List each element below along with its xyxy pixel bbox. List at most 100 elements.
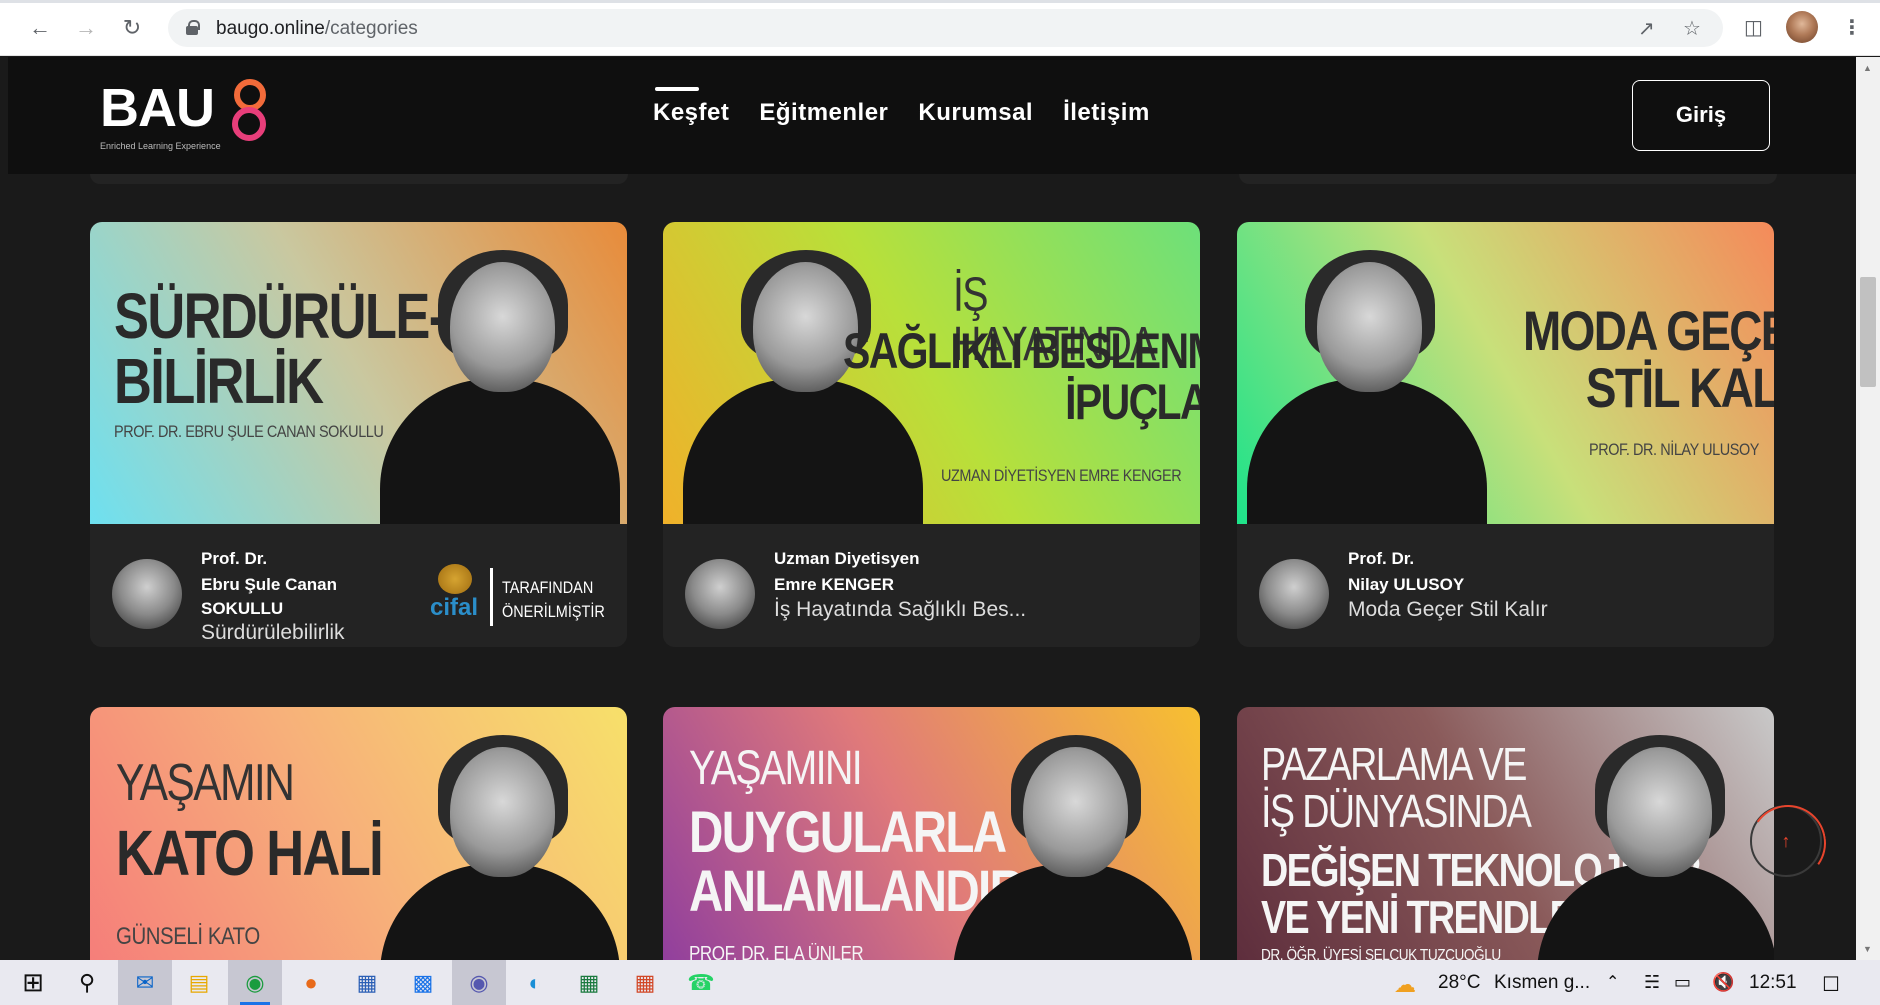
search-icon[interactable]: ⚲ xyxy=(60,960,114,1005)
partner-recommended-text: TARAFINDAN ÖNERİLMİŞTİR xyxy=(502,578,605,621)
banner-title: MODA GEÇER STİL KALIR xyxy=(1523,299,1774,420)
instructor-name: Ebru Şule Canan SOKULLU xyxy=(201,575,338,618)
os-taskbar: ⊞ ⚲ ✉ ▤ ◉ ● ▦ ▩ ◉ ◐ ▦ ▦ ☎ ☁ 28°C Kısmen … xyxy=(0,960,1880,1005)
tab-strip xyxy=(0,0,1880,3)
course-banner[interactable]: YAŞAMINI DUYGULARLA ANLAMLANDIR PROF. DR… xyxy=(663,707,1200,960)
card-stub xyxy=(1239,174,1777,184)
card-info: Prof. Dr. Ebru Şule Canan SOKULLU Sürdür… xyxy=(90,524,627,647)
instructor-avatar xyxy=(1259,559,1329,629)
arrow-up-icon: ↑ xyxy=(1781,831,1791,851)
page-scrollbar[interactable]: ▲ ▼ xyxy=(1856,57,1880,960)
whatsapp-icon[interactable]: ☎ xyxy=(674,960,728,1005)
browser-toolbar: ← → ↻ baugo.online/categories ↗ ☆ ◫ ⋮ xyxy=(0,0,1880,56)
volume-icon[interactable]: 🔇 xyxy=(1712,972,1734,993)
instructor-title: Prof. Dr. xyxy=(1348,549,1415,568)
page-viewport: BAU Enriched Learning Experience Keşfet … xyxy=(8,57,1856,960)
instructor-title: Uzman Diyetisyen xyxy=(774,549,920,568)
globe-icon xyxy=(438,564,472,594)
logo-tagline: Enriched Learning Experience xyxy=(100,141,221,151)
instructor-photo xyxy=(953,729,1193,960)
file-explorer-icon[interactable]: ▤ xyxy=(172,960,226,1005)
banner-title-light: YAŞAMINI xyxy=(689,742,863,795)
calendar-icon[interactable]: ▩ xyxy=(396,960,450,1005)
firefox-icon[interactable]: ● xyxy=(284,960,338,1005)
weather-text[interactable]: Kısmen g... xyxy=(1494,972,1590,994)
logo-text: BAU xyxy=(100,78,215,138)
nav-iletisim[interactable]: İletişim xyxy=(1063,99,1150,127)
url-host: baugo.online xyxy=(216,18,325,39)
nav-kesfet[interactable]: Keşfet xyxy=(653,87,729,127)
url-text[interactable]: baugo.online/categories xyxy=(216,18,418,40)
course-card[interactable]: SÜRDÜRÜLE- BİLİRLİK PROF. DR. EBRU ŞULE … xyxy=(90,222,627,647)
nav-kurumsal[interactable]: Kurumsal xyxy=(918,99,1033,127)
teams-icon[interactable]: ◉ xyxy=(452,960,506,1005)
login-button[interactable]: Giriş xyxy=(1632,80,1770,151)
card-info: Uzman Diyetisyen Emre KENGER İş Hayatınd… xyxy=(663,524,1200,647)
reload-icon[interactable]: ↻ xyxy=(118,14,146,42)
lock-icon[interactable] xyxy=(186,20,200,35)
outlook-icon[interactable]: ✉ xyxy=(118,960,172,1005)
banner-title: SAĞLIKLI BESLENME İPUÇLARI xyxy=(843,323,1200,430)
banner-subtitle: PROF. DR. EBRU ŞULE CANAN SOKULLU xyxy=(114,422,384,441)
scroll-up-icon[interactable]: ▲ xyxy=(1863,63,1872,73)
course-banner[interactable]: YAŞAMIN KATO HALİ GÜNSELİ KATO xyxy=(90,707,627,960)
divider xyxy=(490,568,493,626)
star-icon[interactable]: ☆ xyxy=(1683,16,1701,41)
banner-title-light: PAZARLAMA VE İŞ DÜNYASINDA xyxy=(1261,738,1532,837)
battery-icon[interactable]: ▭ xyxy=(1674,972,1691,993)
word-icon[interactable]: ▦ xyxy=(340,960,394,1005)
course-title: Moda Geçer Stil Kalır xyxy=(1348,598,1548,621)
instructor-name: Emre KENGER xyxy=(774,575,894,594)
weather-temp[interactable]: 28°C xyxy=(1438,972,1480,994)
profile-avatar[interactable] xyxy=(1786,11,1818,43)
card-info: Prof. Dr. Nilay ULUSOY Moda Geçer Stil K… xyxy=(1237,524,1774,647)
course-card[interactable]: PAZARLAMA VE İŞ DÜNYASINDA DEĞİŞEN TEKNO… xyxy=(1237,707,1774,960)
course-banner[interactable]: SÜRDÜRÜLE- BİLİRLİK PROF. DR. EBRU ŞULE … xyxy=(90,222,627,524)
banner-title-light: YAŞAMIN xyxy=(116,754,295,812)
site-logo[interactable]: BAU Enriched Learning Experience xyxy=(100,77,280,157)
banner-subtitle: PROF. DR. NİLAY ULUSOY xyxy=(1589,440,1759,459)
scrollbar-thumb[interactable] xyxy=(1860,277,1876,387)
course-card[interactable]: YAŞAMIN KATO HALİ GÜNSELİ KATO xyxy=(90,707,627,960)
side-panel-icon[interactable]: ◫ xyxy=(1744,15,1763,40)
instructor-photo xyxy=(380,729,620,960)
clock[interactable]: 12:51 xyxy=(1749,972,1797,994)
instructor-photo xyxy=(1247,244,1487,524)
weather-icon[interactable]: ☁ xyxy=(1394,972,1416,998)
banner-subtitle: DR. ÖĞR. ÜYESİ SELÇUK TUZCUOĞLU xyxy=(1261,947,1501,960)
banner-subtitle: GÜNSELİ KATO xyxy=(116,923,260,950)
notifications-icon[interactable]: ☐ xyxy=(1822,972,1840,997)
excel-icon[interactable]: ▦ xyxy=(562,960,616,1005)
nav-egitmenler[interactable]: Eğitmenler xyxy=(759,99,888,127)
windows-start-icon[interactable]: ⊞ xyxy=(6,960,60,1005)
powerpoint-icon[interactable]: ▦ xyxy=(618,960,672,1005)
card-stub xyxy=(90,174,628,184)
edge-icon[interactable]: ◐ xyxy=(508,960,562,1005)
course-card[interactable]: MODA GEÇER STİL KALIR PROF. DR. NİLAY UL… xyxy=(1237,222,1774,647)
course-card[interactable]: İŞ HAYATINDA SAĞLIKLI BESLENME İPUÇLARI … xyxy=(663,222,1200,647)
scroll-to-top-button[interactable]: ↑ xyxy=(1750,805,1822,877)
main-nav: Keşfet Eğitmenler Kurumsal İletişim xyxy=(653,87,1150,127)
logo-g-mark-bottom xyxy=(232,107,266,141)
scroll-down-icon[interactable]: ▼ xyxy=(1863,944,1872,954)
wifi-icon[interactable]: ☵ xyxy=(1644,972,1660,993)
partner-badge: cifal TARAFINDAN ÖNERİLMİŞTİR xyxy=(430,564,605,626)
instructor-photo xyxy=(1537,729,1774,960)
site-header: BAU Enriched Learning Experience Keşfet … xyxy=(8,57,1856,174)
menu-kebab-icon[interactable]: ⋮ xyxy=(1842,15,1862,40)
forward-icon[interactable]: → xyxy=(72,14,100,42)
chevron-up-icon[interactable]: ⌃ xyxy=(1606,972,1619,992)
banner-title: KATO HALİ xyxy=(116,817,384,889)
course-banner[interactable]: İŞ HAYATINDA SAĞLIKLI BESLENME İPUÇLARI … xyxy=(663,222,1200,524)
course-banner[interactable]: PAZARLAMA VE İŞ DÜNYASINDA DEĞİŞEN TEKNO… xyxy=(1237,707,1774,960)
chrome-icon[interactable]: ◉ xyxy=(228,960,282,1005)
course-card[interactable]: YAŞAMINI DUYGULARLA ANLAMLANDIR PROF. DR… xyxy=(663,707,1200,960)
back-icon[interactable]: ← xyxy=(26,14,54,42)
course-banner[interactable]: MODA GEÇER STİL KALIR PROF. DR. NİLAY UL… xyxy=(1237,222,1774,524)
course-title: Sürdürülebilirlik xyxy=(201,621,345,644)
share-icon[interactable]: ↗ xyxy=(1638,16,1655,41)
banner-subtitle: PROF. DR. ELA ÜNLER xyxy=(689,943,864,960)
instructor-name: Nilay ULUSOY xyxy=(1348,575,1465,594)
address-bar[interactable]: baugo.online/categories ↗ ☆ xyxy=(168,9,1723,47)
instructor-avatar xyxy=(685,559,755,629)
